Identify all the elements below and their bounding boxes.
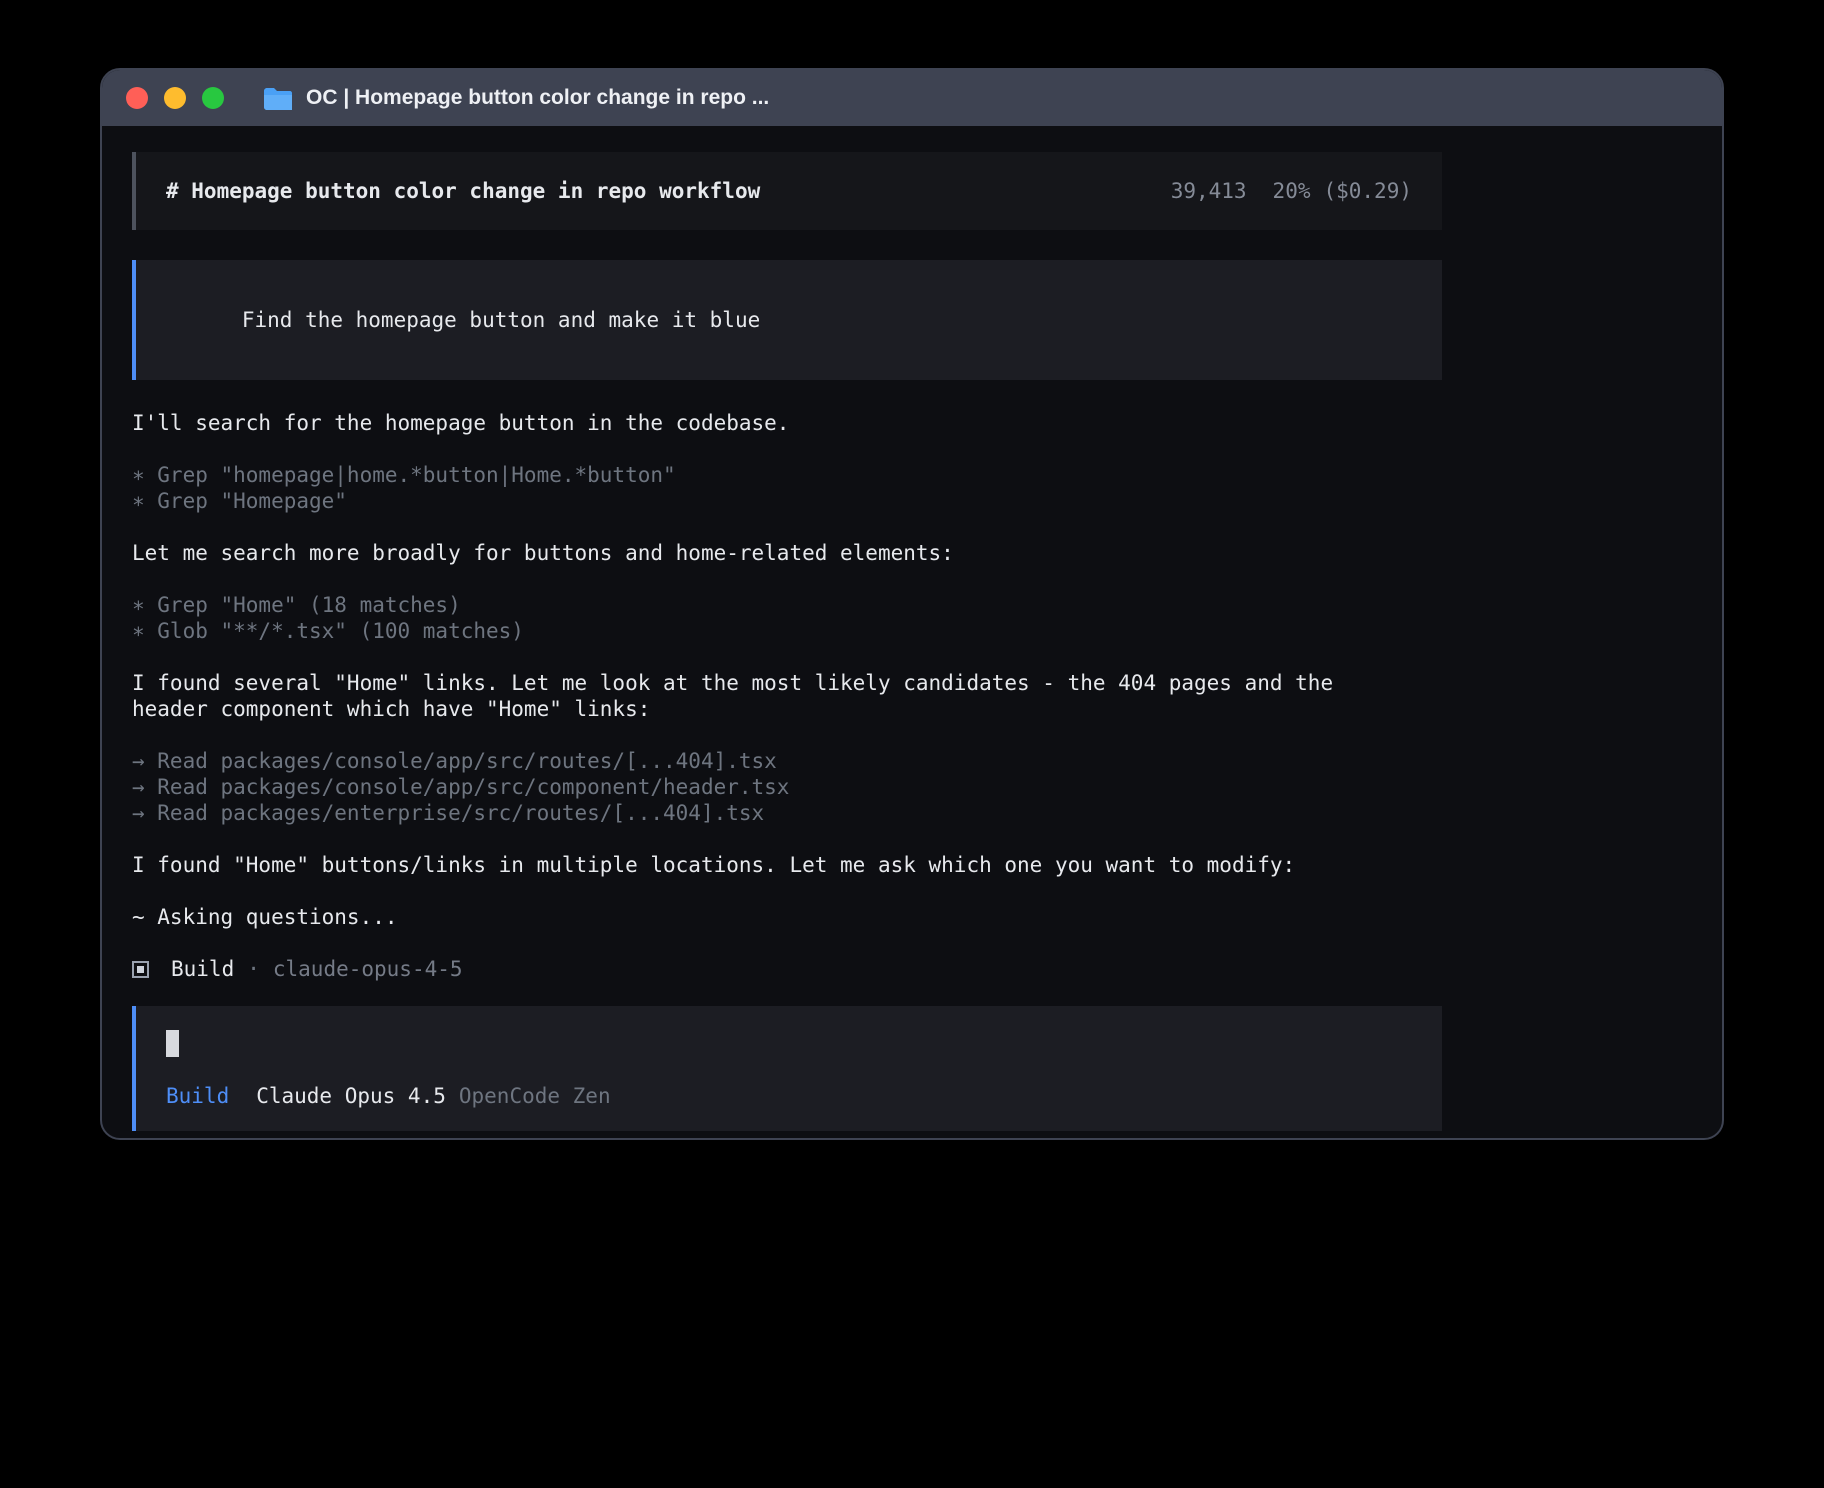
session-stats: 39,413 20% ($0.29) [1171, 178, 1412, 204]
terminal-window: OC | Homepage button color change in rep… [100, 68, 1724, 1140]
assistant-message: I found "Home" buttons/links in multiple… [132, 852, 1442, 878]
build-square-icon [132, 961, 149, 978]
titlebar[interactable]: OC | Homepage button color change in rep… [102, 70, 1722, 126]
read-tool-line: → Read packages/console/app/src/routes/[… [132, 748, 1442, 774]
assistant-message: Let me search more broadly for buttons a… [132, 540, 1442, 566]
read-tool-line: → Read packages/console/app/src/componen… [132, 774, 1442, 800]
assistant-message: I found several "Home" links. Let me loo… [132, 670, 1442, 722]
read-tool-line: → Read packages/enterprise/src/routes/[.… [132, 800, 1442, 826]
input-line[interactable] [166, 1030, 1412, 1058]
user-message-block: Find the homepage button and make it blu… [132, 260, 1442, 380]
agent-name: Build [171, 957, 234, 981]
window-title: OC | Homepage button color change in rep… [306, 86, 769, 110]
minimize-button[interactable] [164, 87, 186, 109]
session-header: # Homepage button color change in repo w… [132, 152, 1442, 230]
glob-tool-line: ∗ Glob "**/*.tsx" (100 matches) [132, 618, 1442, 644]
assistant-status-message: ~ Asking questions... [132, 904, 1442, 930]
session-cost: ($0.29) [1323, 178, 1412, 204]
tool-call-group: ∗ Grep "Home" (18 matches) ∗ Glob "**/*.… [132, 592, 1442, 644]
input-provider-label: OpenCode Zen [459, 1083, 611, 1109]
folder-icon [262, 86, 292, 110]
close-button[interactable] [126, 87, 148, 109]
input-meta: Build Claude Opus 4.5 OpenCode Zen [166, 1083, 1412, 1109]
tool-call-group: → Read packages/console/app/src/routes/[… [132, 748, 1442, 826]
separator-dot: · [247, 957, 260, 981]
assistant-line: header component which have "Home" links… [132, 696, 1442, 722]
text-cursor [166, 1030, 179, 1057]
transcript: I'll search for the homepage button in t… [132, 410, 1442, 982]
assistant-line: I'll search for the homepage button in t… [132, 410, 1442, 436]
grep-tool-line: ∗ Grep "Home" (18 matches) [132, 592, 1442, 618]
assistant-line: I found "Home" buttons/links in multiple… [132, 852, 1442, 878]
grep-tool-line: ∗ Grep "Homepage" [132, 488, 1442, 514]
user-message-text: Find the homepage button and make it blu… [242, 308, 760, 332]
input-agent-label[interactable]: Build [166, 1083, 229, 1109]
grep-tool-line: ∗ Grep "homepage|home.*button|Home.*butt… [132, 462, 1442, 488]
prompt-input[interactable]: Build Claude Opus 4.5 OpenCode Zen [132, 1006, 1442, 1131]
assistant-line: Let me search more broadly for buttons a… [132, 540, 1442, 566]
token-count: 39,413 [1171, 178, 1247, 204]
zoom-button[interactable] [202, 87, 224, 109]
context-percent: 20% [1273, 178, 1311, 204]
agent-status-line: Build · claude-opus-4-5 [132, 956, 1442, 982]
traffic-lights [126, 87, 224, 109]
assistant-message: I'll search for the homepage button in t… [132, 410, 1442, 436]
input-model-label[interactable]: Claude Opus 4.5 [256, 1083, 446, 1109]
terminal-content: # Homepage button color change in repo w… [102, 126, 1722, 1140]
session-title: # Homepage button color change in repo w… [166, 178, 760, 204]
tool-call-group: ∗ Grep "homepage|home.*button|Home.*butt… [132, 462, 1442, 514]
asking-questions-line: ~ Asking questions... [132, 904, 1442, 930]
model-name: claude-opus-4-5 [273, 957, 463, 981]
assistant-line: I found several "Home" links. Let me loo… [132, 670, 1442, 696]
